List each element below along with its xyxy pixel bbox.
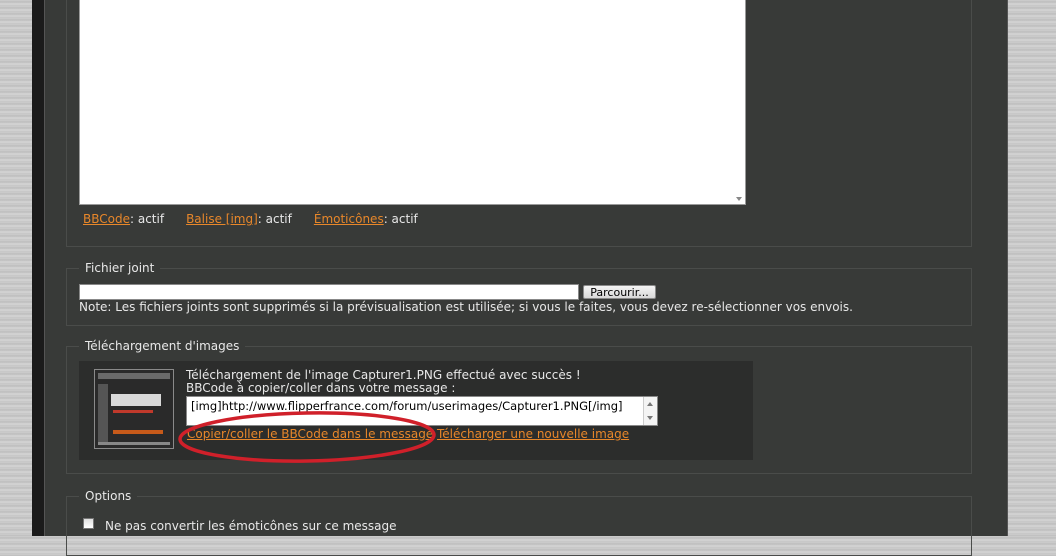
upload-message: Téléchargement de l'image Capturer1.PNG … — [186, 369, 581, 395]
file-path-input[interactable] — [79, 284, 579, 300]
bbcode-prompt-text: BBCode à copier/coller dans votre messag… — [186, 381, 456, 395]
uploaded-image-thumbnail — [94, 369, 174, 449]
image-upload-legend: Téléchargement d'images — [79, 339, 246, 353]
attachment-legend: Fichier joint — [79, 261, 161, 275]
scroll-down-arrow-icon[interactable] — [647, 416, 653, 420]
bbcode-scrollbar[interactable] — [643, 397, 657, 425]
upload-new-image-link[interactable]: Télécharger une nouvelle image — [437, 427, 629, 441]
attachment-note: Note: Les fichiers joints sont supprimés… — [79, 300, 853, 314]
red-annotation-ellipse — [178, 411, 436, 463]
browse-button[interactable]: Parcourir... — [583, 285, 656, 299]
scroll-up-arrow-icon[interactable] — [647, 402, 653, 406]
message-fieldset — [66, 0, 972, 247]
no-emoticons-label: Ne pas convertir les émoticônes sur ce m… — [105, 519, 397, 533]
options-legend: Options — [79, 489, 138, 503]
no-emoticons-checkbox[interactable] — [83, 518, 94, 529]
